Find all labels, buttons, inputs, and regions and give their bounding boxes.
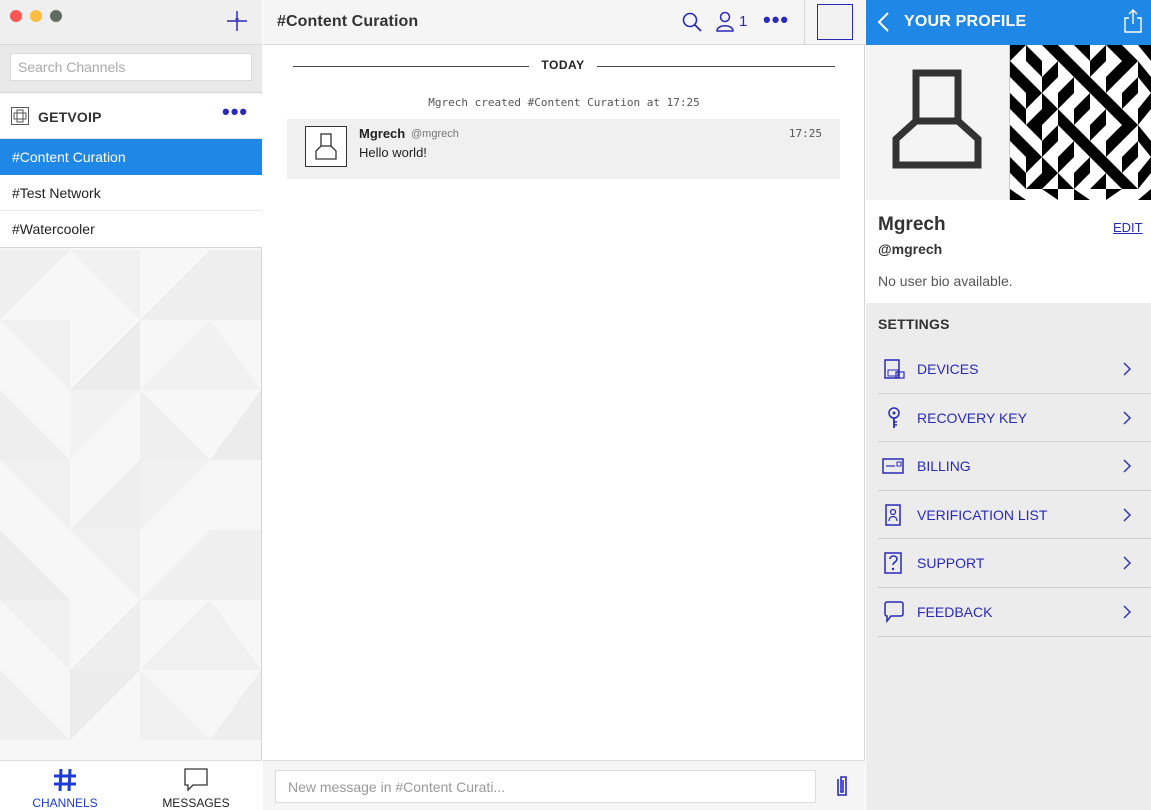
system-message: Mgrech created #Content Curation at 17:2…: [428, 96, 700, 109]
identicon-image: [1010, 45, 1151, 200]
chevron-right-icon: [1123, 605, 1131, 619]
channels-tab[interactable]: CHANNELS: [0, 761, 130, 810]
message-avatar[interactable]: [305, 126, 347, 167]
settings-item-verification-list[interactable]: VERIFICATION LIST: [878, 491, 1151, 540]
channel-title: #Content Curation: [277, 13, 419, 30]
window-close-button[interactable]: [10, 10, 22, 22]
back-chevron-icon[interactable]: [876, 11, 890, 33]
settings-item-recovery-key[interactable]: RECOVERY KEY: [878, 394, 1151, 443]
channel-sidebar: GETVOIP ••• #Content Curation #Test Netw…: [0, 0, 262, 810]
chevron-right-icon: [1123, 362, 1131, 376]
edit-profile-link[interactable]: EDIT: [1113, 220, 1143, 235]
chat-panel: #Content Curation 1 ••• TODAY Mgrech cre…: [263, 0, 865, 810]
message-author[interactable]: Mgrech: [359, 126, 405, 141]
chevron-right-icon: [1123, 556, 1131, 570]
member-count: 1: [739, 13, 748, 30]
settings-item-label: RECOVERY KEY: [917, 409, 1027, 426]
settings-item-support[interactable]: SUPPORT: [878, 539, 1151, 588]
search-icon[interactable]: [681, 11, 703, 33]
user-icon: [315, 133, 337, 160]
messages-tab[interactable]: MESSAGES: [131, 761, 261, 810]
more-options-icon[interactable]: •••: [763, 7, 789, 33]
chevron-right-icon: [1123, 459, 1131, 473]
verification-badge-icon: [885, 504, 901, 526]
window-titlebar: [0, 0, 262, 45]
share-icon[interactable]: [1124, 9, 1142, 33]
chevron-right-icon: [1123, 411, 1131, 425]
divider-line: [597, 66, 835, 67]
add-channel-icon[interactable]: [226, 10, 248, 32]
team-more-icon[interactable]: •••: [222, 101, 248, 123]
channel-item-content-curation[interactable]: #Content Curation: [0, 139, 262, 175]
settings-item-label: BILLING: [917, 458, 971, 475]
user-icon: [716, 11, 734, 32]
day-divider: TODAY: [293, 58, 835, 74]
sidebar-background-pattern: [0, 250, 261, 760]
search-channels-input[interactable]: [10, 53, 252, 81]
profile-header: YOUR PROFILE: [866, 0, 1151, 45]
window-minimize-button[interactable]: [30, 10, 42, 22]
speech-bubble-icon: [884, 601, 904, 623]
window-zoom-button[interactable]: [50, 10, 62, 22]
profile-info: Mgrech @mgrech EDIT No user bio availabl…: [866, 200, 1151, 303]
device-icon: [884, 359, 905, 379]
chevron-right-icon: [1123, 508, 1131, 522]
attachment-icon[interactable]: [832, 775, 852, 799]
team-logo-icon: [11, 107, 29, 125]
message-composer: [263, 760, 865, 810]
settings-item-billing[interactable]: BILLING: [878, 442, 1151, 491]
channel-item-watercooler[interactable]: #Watercooler: [0, 211, 262, 247]
settings-list: DEVICES RECOVERY KEY BILLING VERIFICATIO…: [878, 345, 1151, 637]
settings-item-devices[interactable]: DEVICES: [878, 345, 1151, 394]
settings-heading: SETTINGS: [878, 316, 950, 332]
profile-avatar[interactable]: [866, 45, 1010, 200]
settings-item-label: VERIFICATION LIST: [917, 506, 1048, 523]
profile-bio: No user bio available.: [878, 273, 1013, 289]
divider-line: [293, 66, 529, 67]
user-icon: [892, 69, 982, 169]
profile-name: Mgrech: [878, 214, 946, 235]
credit-card-icon: [882, 458, 904, 474]
speech-bubble-icon: [184, 768, 208, 792]
channels-tab-label: CHANNELS: [32, 796, 98, 810]
day-label: TODAY: [541, 58, 585, 72]
team-name: GETVOIP: [38, 109, 102, 125]
current-user-avatar[interactable]: [817, 4, 853, 40]
chat-header: #Content Curation 1 •••: [263, 0, 865, 45]
help-icon: [884, 552, 902, 575]
key-icon: [888, 406, 900, 428]
header-divider: [804, 0, 805, 45]
settings-item-feedback[interactable]: FEEDBACK: [878, 588, 1151, 637]
settings-item-label: DEVICES: [917, 361, 979, 377]
channel-list: #Content Curation #Test Network #Waterco…: [0, 139, 262, 248]
channel-item-test-network[interactable]: #Test Network: [0, 175, 262, 211]
chat-message: Mgrech @mgrech Hello world! 17:25: [287, 119, 840, 179]
settings-item-label: FEEDBACK: [917, 603, 993, 620]
profile-panel: YOUR PROFILE Mgrech @mgrech EDIT No user…: [866, 0, 1151, 810]
message-handle: @mgrech: [411, 128, 459, 140]
settings-item-label: SUPPORT: [917, 555, 985, 572]
profile-handle: @mgrech: [878, 241, 943, 257]
hashtag-icon: [54, 768, 76, 792]
profile-title: YOUR PROFILE: [904, 13, 1027, 30]
message-text: Hello world!: [359, 145, 427, 160]
message-input[interactable]: [275, 770, 816, 803]
bottom-navigation: CHANNELS MESSAGES: [0, 760, 262, 810]
messages-tab-label: MESSAGES: [162, 796, 230, 810]
team-header[interactable]: GETVOIP •••: [0, 94, 262, 139]
channel-search-bar: [0, 45, 262, 93]
message-timestamp: 17:25: [788, 127, 822, 140]
members-button[interactable]: 1: [715, 11, 755, 33]
